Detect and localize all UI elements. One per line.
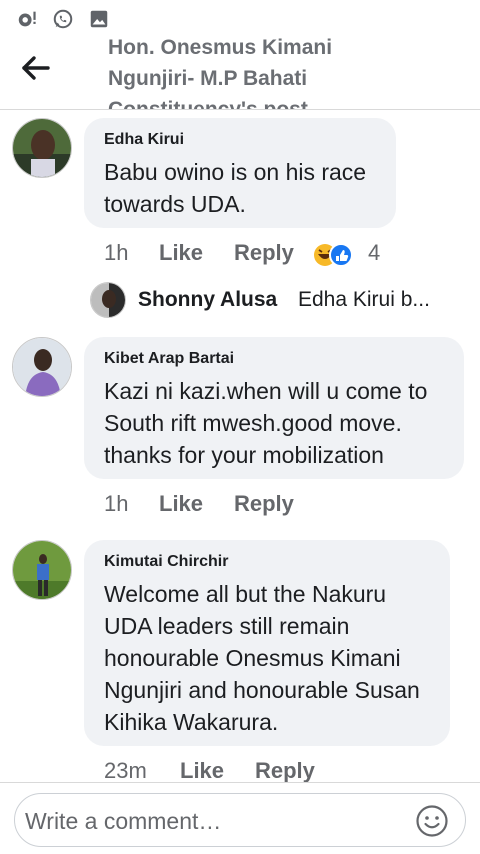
reply-button[interactable]: Reply bbox=[234, 491, 294, 517]
comment-text-line: Babu owino is on his race bbox=[104, 159, 367, 185]
comment-text-line: South rift mwesh.good move. bbox=[104, 410, 402, 436]
whatsapp-icon bbox=[53, 9, 73, 29]
comment-time: 23m bbox=[104, 758, 147, 783]
comment-author[interactable]: Kibet Arap Bartai bbox=[104, 349, 444, 369]
comment-bubble[interactable]: Kimutai Chirchir Welcome all but the Nak… bbox=[84, 540, 450, 746]
comment-author[interactable]: Edha Kirui bbox=[104, 130, 376, 150]
reply-preview[interactable]: Shonny Alusa Edha Kirui b... bbox=[90, 282, 470, 322]
post-title: Hon. Onesmus Kimani Ngunjiri- M.P Bahati… bbox=[108, 38, 448, 110]
comment-time: 1h bbox=[104, 240, 129, 265]
arrow-left-icon[interactable] bbox=[20, 54, 52, 82]
avatar[interactable] bbox=[12, 337, 72, 397]
post-header: Hon. Onesmus Kimani Ngunjiri- M.P Bahati… bbox=[0, 38, 480, 110]
avatar-photo bbox=[13, 338, 71, 396]
status-bar bbox=[0, 0, 480, 38]
gallery-icon bbox=[90, 10, 108, 28]
avatar[interactable] bbox=[12, 540, 72, 600]
comment-input[interactable]: Write a comment… bbox=[14, 793, 466, 847]
post-title-line: Constituency's post bbox=[108, 98, 308, 110]
comment-author[interactable]: Kimutai Chirchir bbox=[104, 552, 430, 572]
reply-snippet: Edha Kirui b... bbox=[298, 288, 430, 311]
reactions[interactable] bbox=[312, 242, 360, 270]
comment-text-line: Ngunjiri and honourable Susan bbox=[104, 677, 420, 703]
location-notification-icon bbox=[18, 11, 36, 27]
post-title-line: Hon. Onesmus Kimani bbox=[108, 38, 333, 59]
like-button[interactable]: Like bbox=[180, 758, 224, 784]
like-button[interactable]: Like bbox=[159, 491, 203, 517]
like-button[interactable]: Like bbox=[159, 240, 203, 266]
comment-text-line: Kazi ni kazi.when will u come to bbox=[104, 378, 428, 404]
avatar bbox=[90, 282, 126, 318]
comment-actions: 1h Like Reply bbox=[104, 491, 324, 521]
laugh-reaction-icon bbox=[314, 243, 353, 267]
avatar-photo bbox=[91, 283, 125, 317]
comment-input-placeholder: Write a comment… bbox=[25, 808, 222, 834]
reply-author: Shonny Alusa bbox=[138, 288, 278, 311]
reaction-count: 4 bbox=[368, 240, 381, 265]
comment-bubble[interactable]: Kibet Arap Bartai Kazi ni kazi.when will… bbox=[84, 337, 464, 479]
comment-text-line: honourable Onesmus Kimani bbox=[104, 645, 401, 671]
comment-time: 1h bbox=[104, 491, 129, 516]
post-title-line: Ngunjiri- M.P Bahati bbox=[108, 67, 308, 90]
comment-text-line: UDA leaders still remain bbox=[104, 613, 350, 639]
reply-button[interactable]: Reply bbox=[234, 240, 294, 266]
avatar-photo bbox=[13, 119, 71, 177]
comment-text-line: thanks for your mobilization bbox=[104, 442, 384, 468]
comment-bubble[interactable]: Edha Kirui Babu owino is on his race tow… bbox=[84, 118, 396, 228]
comment-text-line: towards UDA. bbox=[104, 191, 246, 217]
avatar-photo bbox=[13, 541, 71, 599]
smiley-icon[interactable] bbox=[415, 804, 449, 838]
comment-text-line: Kihika Wakarura. bbox=[104, 709, 279, 735]
reply-button[interactable]: Reply bbox=[255, 758, 315, 784]
comment-composer: Write a comment… bbox=[0, 782, 480, 854]
comment-actions: 1h Like Reply 4 bbox=[104, 240, 404, 270]
comment-text-line: Welcome all but the Nakuru bbox=[104, 581, 387, 607]
avatar[interactable] bbox=[12, 118, 72, 178]
